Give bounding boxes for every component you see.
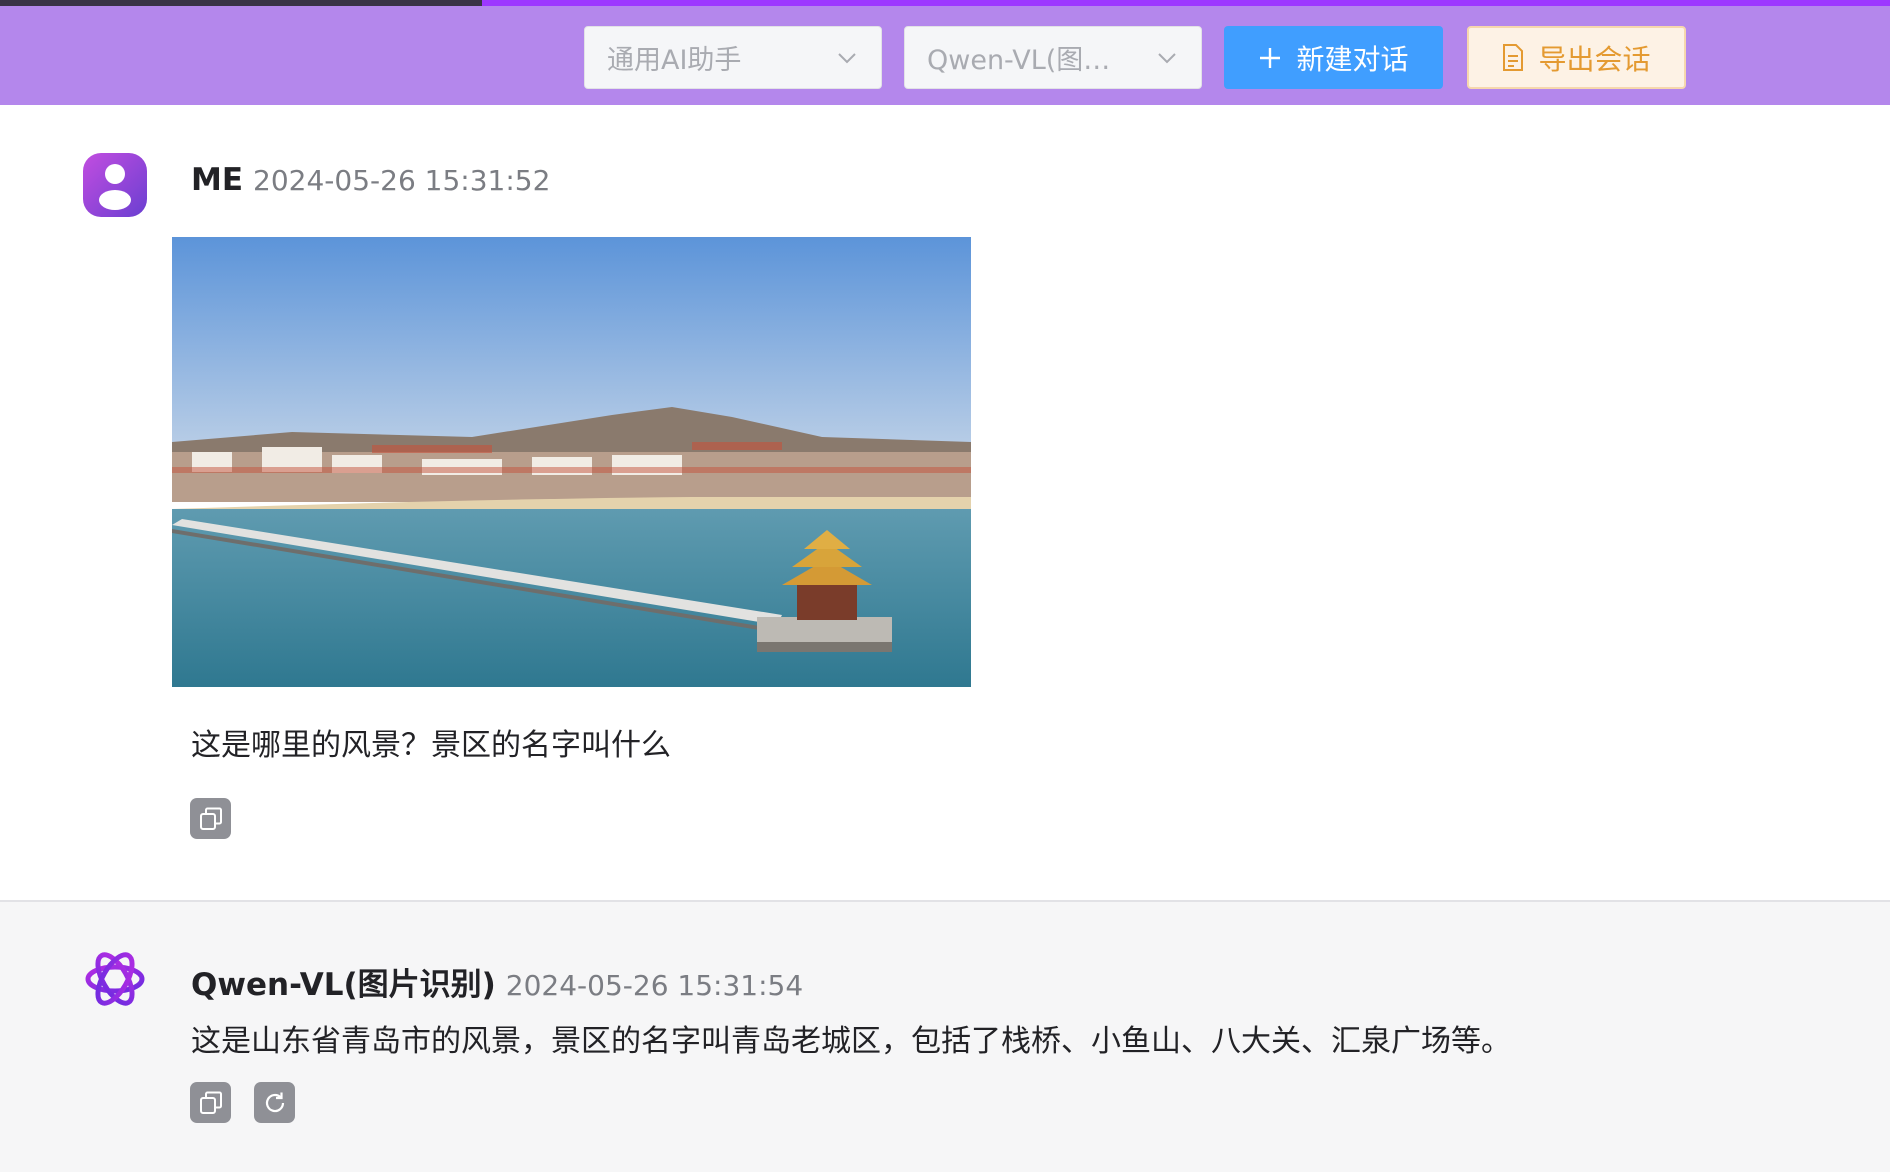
- export-chat-label: 导出会话: [1538, 42, 1651, 76]
- message-timestamp: 2024-05-26 15:31:54: [505, 969, 804, 1002]
- document-icon: [1503, 44, 1524, 71]
- new-chat-button[interactable]: 新建对话: [1224, 26, 1443, 89]
- regenerate-icon: [265, 1092, 284, 1112]
- new-chat-label: 新建对话: [1296, 42, 1409, 76]
- model-select[interactable]: Qwen-VL(图片识别): [904, 26, 1202, 89]
- assistant-select[interactable]: 通用AI助手: [584, 26, 882, 89]
- user-message-header: ME 2024-05-26 15:31:52: [191, 162, 550, 198]
- loading-progress-fill: [0, 0, 482, 6]
- chevron-down-icon: [838, 52, 856, 63]
- assistant-message: Qwen-VL(图片识别) 2024-05-26 15:31:54 这是山东省青…: [0, 902, 1890, 1172]
- user-message-text: 这是哪里的风景？景区的名字叫什么: [191, 728, 671, 763]
- sender-name: Qwen-VL(图片识别): [191, 967, 496, 1003]
- copy-icon: [199, 807, 222, 830]
- sender-name: ME: [191, 162, 244, 198]
- user-avatar-icon: [83, 153, 147, 217]
- chevron-down-icon: [1158, 52, 1176, 63]
- copy-button[interactable]: [190, 798, 231, 839]
- copy-button[interactable]: [190, 1082, 231, 1123]
- regenerate-button[interactable]: [254, 1082, 295, 1123]
- top-toolbar: 通用AI助手 Qwen-VL(图片识别) 新建对话 导出会话: [0, 0, 1890, 105]
- openai-logo-icon: [85, 952, 145, 1006]
- user-message: ME 2024-05-26 15:31:52 这是哪里的风景？景区的名字叫什么: [0, 105, 1890, 901]
- assistant-message-text: 这是山东省青岛市的风景，景区的名字叫青岛老城区，包括了栈桥、小鱼山、八大关、汇泉…: [191, 1024, 1511, 1059]
- assistant-message-header: Qwen-VL(图片识别) 2024-05-26 15:31:54: [191, 959, 803, 1004]
- model-select-value: Qwen-VL(图片识别): [927, 45, 1137, 76]
- uploaded-photo[interactable]: [172, 237, 971, 687]
- loading-progress-bar: [0, 0, 1890, 6]
- plus-icon: [1260, 47, 1281, 68]
- export-chat-button[interactable]: 导出会话: [1467, 26, 1686, 89]
- copy-icon: [199, 1091, 222, 1114]
- assistant-select-value: 通用AI助手: [607, 45, 742, 76]
- message-timestamp: 2024-05-26 15:31:52: [253, 164, 551, 197]
